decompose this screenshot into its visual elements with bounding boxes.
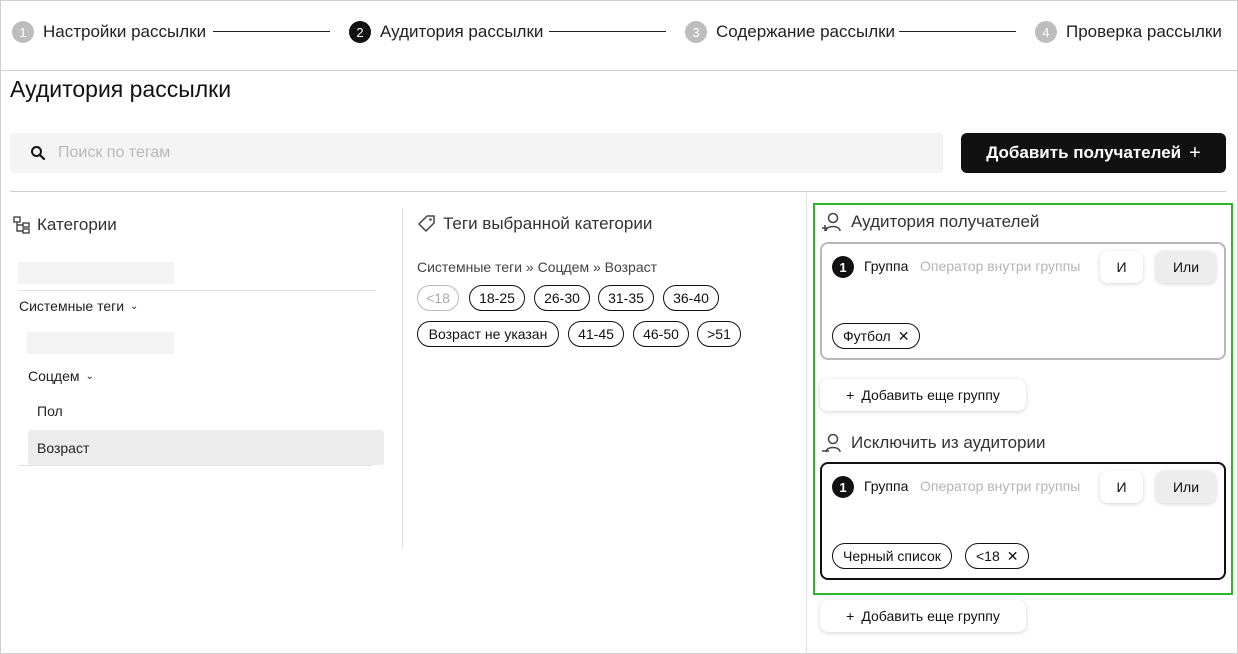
group-number-badge: 1 (832, 256, 854, 278)
column-divider (806, 192, 807, 654)
plus-icon: + (1189, 141, 1201, 164)
selected-tag-chip[interactable]: <18 ✕ (965, 543, 1030, 569)
step-label: Аудитория рассылки (380, 22, 544, 41)
divider (18, 290, 376, 291)
tree-item-label: Пол (37, 403, 63, 419)
step-connector (899, 31, 1016, 32)
loading-placeholder (27, 332, 174, 354)
tag-chip[interactable]: Возраст не указан (417, 321, 559, 347)
step-review[interactable]: 4 Проверка рассылки (1035, 20, 1222, 44)
audience-group: 1 Группа Оператор внутри группы И Или Фу… (820, 242, 1226, 360)
tag-chip[interactable]: >51 (697, 321, 741, 347)
tags-title: Теги выбранной категории (417, 214, 652, 234)
group-label: Группа (864, 478, 909, 494)
divider (18, 465, 373, 466)
plus-icon: + (846, 608, 855, 624)
tags-title-text: Теги выбранной категории (443, 214, 653, 233)
tree-item-gender[interactable]: Пол (37, 403, 63, 419)
exclude-title-text: Исключить из аудитории (851, 433, 1046, 452)
audience-title-text: Аудитория получателей (851, 212, 1040, 231)
exclude-title: Исключить из аудитории (821, 432, 1046, 454)
tree-item-label: Соцдем (28, 368, 80, 384)
search-icon (31, 146, 46, 161)
chip-label: <18 (976, 548, 1000, 564)
add-group-label: Добавить еще группу (861, 608, 1000, 624)
group-operator-label: Оператор внутри группы (920, 478, 1081, 494)
close-icon[interactable]: ✕ (1007, 548, 1019, 565)
add-user-icon (822, 212, 841, 232)
step-number: 2 (349, 21, 371, 43)
add-group-label: Добавить еще группу (861, 387, 1000, 403)
chevron-down-icon: ⌄ (130, 300, 139, 312)
tree-item-system-tags[interactable]: Системные теги ⌄ (19, 298, 138, 314)
add-recipients-label: Добавить получателей (986, 143, 1182, 162)
close-icon[interactable]: ✕ (898, 328, 910, 345)
tree-item-label: Системные теги (19, 298, 125, 314)
search-input[interactable] (58, 144, 918, 162)
and-operator-button[interactable]: И (1100, 251, 1143, 283)
group-label: Группа (864, 258, 909, 274)
chevron-down-icon: ⌄ (85, 370, 94, 382)
stepper: 1 Настройки рассылки 2 Аудитория рассылк… (0, 0, 1238, 71)
loading-placeholder (18, 262, 174, 284)
search-bar[interactable] (10, 133, 943, 173)
and-operator-button[interactable]: И (1100, 471, 1143, 503)
exclude-group: 1 Группа Оператор внутри группы И Или Че… (820, 462, 1226, 580)
tag-icon (418, 215, 435, 232)
remove-user-icon (822, 433, 841, 453)
categories-title: Категории (13, 215, 117, 235)
breadcrumb: Системные теги » Соцдем » Возраст (417, 259, 658, 275)
step-number: 4 (1035, 21, 1057, 43)
tag-chip[interactable]: 36-40 (663, 285, 719, 311)
group-number-badge: 1 (832, 476, 854, 498)
add-group-button[interactable]: + Добавить еще группу (820, 600, 1026, 632)
step-label: Настройки рассылки (43, 22, 207, 41)
or-operator-button[interactable]: Или (1156, 251, 1216, 283)
tree-item-socdem[interactable]: Соцдем ⌄ (28, 368, 94, 384)
divider (10, 191, 1226, 192)
selected-tag-chip: Черный список (832, 543, 952, 569)
tree-item-age[interactable]: Возраст (28, 430, 384, 465)
tree-item-label: Возраст (37, 439, 90, 456)
step-settings[interactable]: 1 Настройки рассылки (12, 20, 206, 44)
categories-title-text: Категории (37, 215, 117, 234)
tag-chip[interactable]: 41-45 (568, 321, 624, 347)
page-title: Аудитория рассылки (10, 76, 232, 102)
plus-icon: + (846, 387, 855, 403)
chip-label: Футбол (843, 328, 891, 344)
step-label: Содержание рассылки (716, 22, 896, 41)
tag-chip[interactable]: 46-50 (633, 321, 689, 347)
group-operator-label: Оператор внутри группы (920, 258, 1081, 274)
tag-chip[interactable]: <18 (417, 285, 459, 311)
tree-icon (13, 216, 30, 234)
tag-chip[interactable]: 26-30 (534, 285, 590, 311)
add-recipients-button[interactable]: Добавить получателей + (961, 133, 1226, 173)
column-divider (402, 208, 403, 548)
step-label: Проверка рассылки (1066, 22, 1222, 41)
selected-tag-chip[interactable]: Футбол ✕ (832, 323, 921, 349)
step-number: 3 (685, 21, 707, 43)
chip-label: Черный список (843, 548, 941, 564)
tag-chip[interactable]: 18-25 (469, 285, 525, 311)
or-operator-button[interactable]: Или (1156, 471, 1216, 503)
step-connector (549, 31, 666, 32)
step-number: 1 (12, 21, 34, 43)
step-content[interactable]: 3 Содержание рассылки (685, 20, 895, 44)
tag-chip[interactable]: 31-35 (598, 285, 654, 311)
audience-title: Аудитория получателей (821, 211, 1039, 233)
step-connector (213, 31, 330, 32)
step-audience[interactable]: 2 Аудитория рассылки (349, 20, 543, 44)
add-group-button[interactable]: + Добавить еще группу (820, 379, 1026, 411)
